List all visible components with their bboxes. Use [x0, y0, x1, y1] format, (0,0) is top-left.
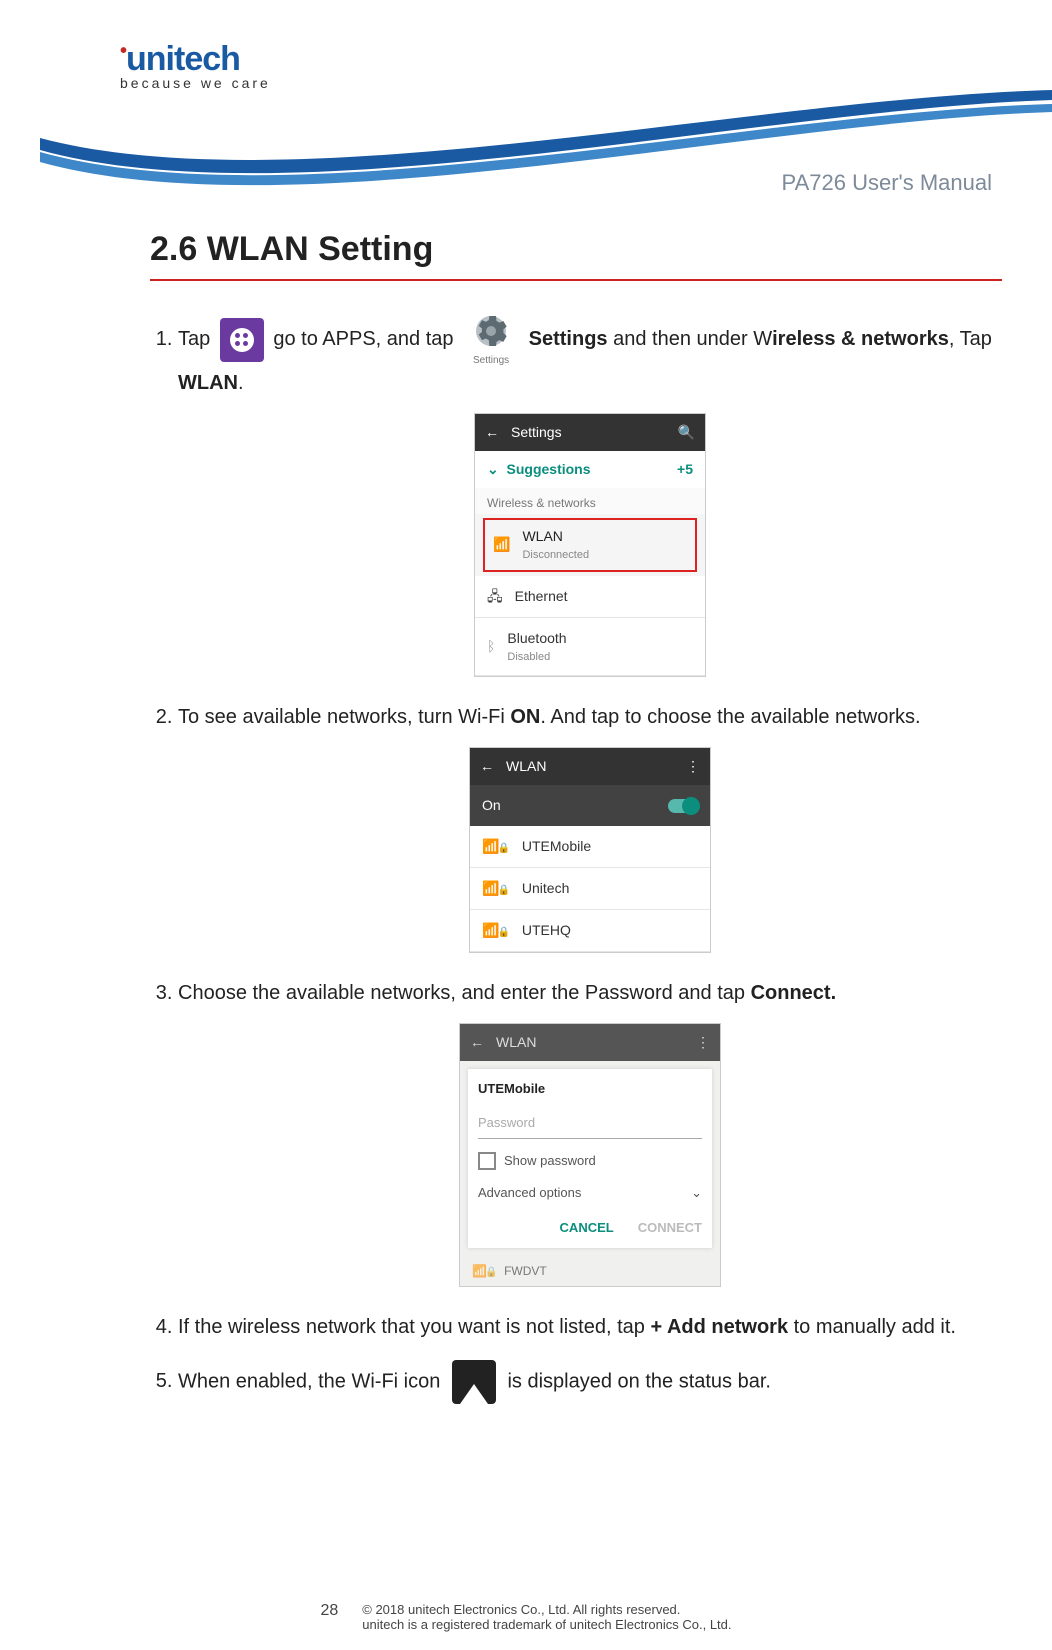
back-icon: ← — [480, 756, 494, 777]
step-3-text-a: Choose the available networks, and enter… — [178, 982, 751, 1004]
shot1-bluetooth-sub: Disabled — [507, 649, 566, 666]
shot2-net1: UTEMobile — [522, 836, 591, 857]
page-number: 28 — [320, 1602, 338, 1632]
shot3-dialog-title: UTEMobile — [478, 1079, 702, 1099]
advanced-options-label: Advanced options — [478, 1183, 581, 1203]
wifi-icon: 📶 — [482, 878, 510, 899]
shot2-on-state: On — [482, 795, 501, 816]
shot1-wlan-sub: Disconnected — [522, 547, 589, 564]
copyright-line-2: unitech is a registered trademark of uni… — [362, 1617, 731, 1632]
shot1-bluetooth: Bluetooth — [507, 628, 566, 649]
wifi-icon: 📶 — [482, 920, 510, 941]
overflow-icon: ⋮ — [696, 1032, 710, 1053]
step-1-bold-wlan: WLAN — [178, 372, 238, 394]
wlan-list-screenshot: ← WLAN ⋮ On 📶 UTEMobile 📶 — [469, 747, 711, 953]
search-icon: 🔍 — [678, 422, 695, 443]
shot2-title: WLAN — [506, 756, 546, 777]
brand-logo: •unitech because we care — [120, 40, 271, 91]
settings-icon-label: Settings — [473, 353, 509, 368]
step-4-bold-add: + Add network — [650, 1316, 788, 1338]
bluetooth-icon: ᛒ — [487, 636, 495, 657]
section-title: 2.6 WLAN Setting — [150, 230, 1002, 269]
step-1-text-d: and then under W — [608, 328, 773, 350]
settings-screenshot: ← Settings 🔍 ⌄ Suggestions +5 Wireless &… — [474, 413, 706, 677]
header-swoosh — [40, 90, 1052, 230]
step-1-bold-wireless: ireless & networks — [772, 328, 949, 350]
shot2-net3: UTEHQ — [522, 920, 571, 941]
chevron-down-icon: ⌄ — [691, 1183, 702, 1203]
back-icon: ← — [470, 1032, 484, 1053]
shot2-net2: Unitech — [522, 878, 569, 899]
document-title: PA726 User's Manual — [782, 170, 992, 196]
settings-gear-icon: Settings — [463, 311, 519, 368]
step-5-text-a: When enabled, the Wi-Fi icon — [178, 1370, 440, 1392]
overflow-icon: ⋮ — [686, 756, 700, 777]
step-2-bold-on: ON — [510, 706, 540, 728]
shot1-title: Settings — [511, 422, 562, 443]
brand-name: unitech — [126, 40, 240, 78]
brand-tagline: because we care — [120, 75, 271, 91]
wlan-highlight-box: 📶 WLAN Disconnected — [483, 518, 697, 572]
step-4-text-a: If the wireless network that you want is… — [178, 1316, 650, 1338]
step-1-text-a: Tap — [178, 328, 210, 350]
wifi-icon: 📶 — [482, 836, 510, 857]
step-2-text-a: To see available networks, turn Wi-Fi — [178, 706, 510, 728]
cancel-button-label: CANCEL — [560, 1218, 614, 1238]
step-3: Choose the available networks, and enter… — [178, 978, 1002, 1287]
step-1-text-b: go to APPS, and tap — [273, 328, 453, 350]
chevron-down-icon: ⌄ — [487, 461, 499, 477]
shot1-suggestions: Suggestions — [507, 461, 591, 477]
show-password-checkbox — [478, 1152, 496, 1170]
section-rule — [150, 279, 1002, 281]
apps-launcher-icon — [220, 318, 264, 362]
wlan-toggle — [668, 799, 698, 813]
page-footer: 28 © 2018 unitech Electronics Co., Ltd. … — [0, 1602, 1052, 1632]
step-5: When enabled, the Wi-Fi icon is displaye… — [178, 1360, 1002, 1404]
shot3-dimnet: FWDVT — [504, 1264, 547, 1278]
step-2-text-c: . And tap to choose the available networ… — [540, 706, 920, 728]
shot1-ethernet: Ethernet — [515, 586, 568, 607]
password-field-placeholder: Password — [478, 1107, 702, 1140]
step-4-text-c: to manually add it. — [788, 1316, 956, 1338]
step-1-text-h: . — [238, 372, 244, 394]
shot1-suggestions-count: +5 — [677, 459, 693, 480]
back-icon: ← — [485, 422, 499, 443]
step-1-text-f: , Tap — [949, 328, 992, 350]
wifi-icon: 📶 — [472, 1264, 497, 1278]
show-password-label: Show password — [504, 1151, 596, 1171]
step-1: Tap go to APPS, and tap Settings Setting… — [178, 311, 1002, 677]
wifi-status-icon — [452, 1360, 496, 1404]
shot1-category: Wireless & networks — [475, 488, 705, 514]
shot3-title: WLAN — [496, 1032, 536, 1053]
copyright-line-1: © 2018 unitech Electronics Co., Ltd. All… — [362, 1602, 731, 1617]
step-2: To see available networks, turn Wi-Fi ON… — [178, 702, 1002, 953]
step-5-text-b: is displayed on the status bar. — [507, 1370, 771, 1392]
wifi-icon: 📶 — [493, 534, 510, 555]
ethernet-icon: 🖧 — [487, 586, 503, 607]
connect-button-label: CONNECT — [638, 1218, 702, 1238]
wlan-connect-screenshot: ← WLAN ⋮ UTEMobile Password Show passwor… — [459, 1023, 721, 1287]
connect-dialog: UTEMobile Password Show password Advance… — [468, 1069, 712, 1248]
step-1-bold-settings: Settings — [529, 328, 608, 350]
step-4: If the wireless network that you want is… — [178, 1312, 1002, 1342]
step-3-bold-connect: Connect. — [751, 982, 837, 1004]
shot1-wlan: WLAN — [522, 526, 589, 547]
